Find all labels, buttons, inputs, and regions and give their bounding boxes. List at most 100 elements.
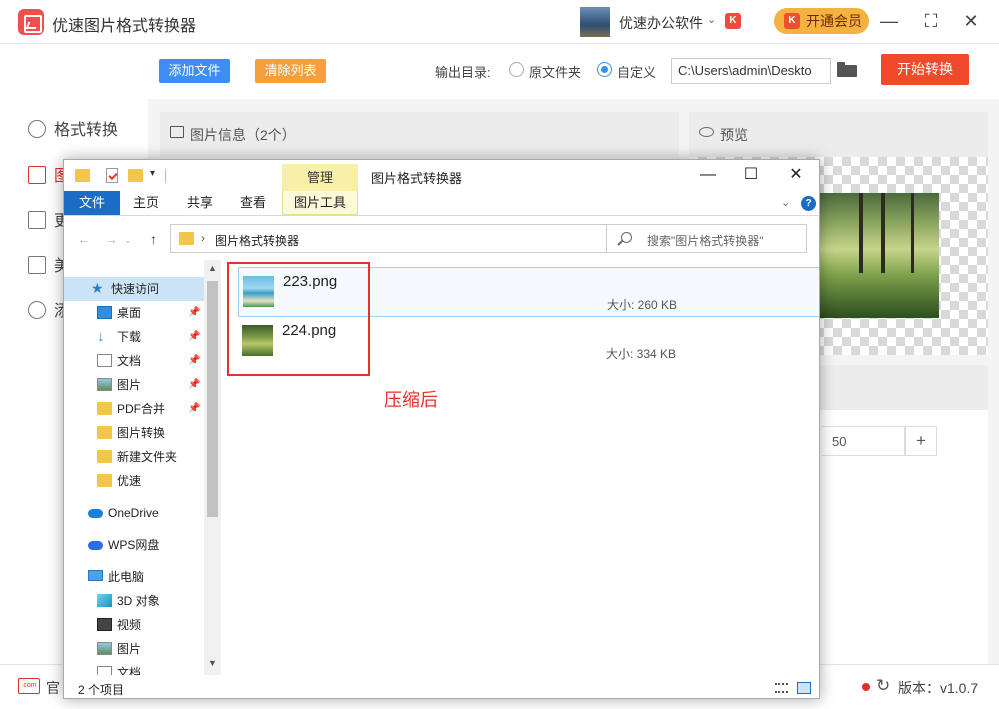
up-arrow-icon[interactable]: ↑	[150, 231, 157, 247]
nav-item-label: OneDrive	[108, 506, 159, 520]
wps-icon	[88, 541, 103, 550]
address-box[interactable]: › 图片格式转换器 ⌄ ↻	[170, 224, 650, 253]
nav-item[interactable]: WPS网盘	[64, 533, 204, 557]
nav-item[interactable]: 图片转换	[64, 421, 204, 445]
nav-item[interactable]: 优速	[64, 469, 204, 493]
nav-item[interactable]: 图片	[64, 637, 204, 661]
item-count: 2 个项目	[78, 683, 125, 697]
minimize-button[interactable]: —	[877, 9, 901, 33]
chevron-down-icon[interactable]: ▾	[150, 168, 155, 179]
radio-custom-label[interactable]: 自定义	[617, 62, 656, 81]
pin-icon[interactable]: 📌	[188, 325, 200, 349]
chevron-down-icon[interactable]: ⌄	[781, 196, 790, 209]
settings-header	[819, 365, 988, 410]
ribbon-tabs: 文件 主页 共享 查看 图片工具	[64, 191, 819, 216]
nav-item[interactable]: 3D 对象	[64, 589, 204, 613]
annotation-label: 压缩后	[384, 390, 438, 410]
version-label: 版本：v1.0.7	[898, 680, 979, 696]
nav-item[interactable]: ↓ 下载 📌	[64, 325, 204, 349]
forward-arrow-icon[interactable]: →	[104, 231, 118, 247]
scrollbar-thumb[interactable]	[207, 281, 218, 517]
refresh-icon[interactable]: ↻	[876, 676, 890, 696]
pin-icon[interactable]: 📌	[188, 349, 200, 373]
tab-home[interactable]: 主页	[126, 191, 166, 215]
watermark-icon	[28, 301, 46, 319]
brand-name[interactable]: 优速办公软件	[619, 13, 703, 33]
tab-manage[interactable]: 管理	[282, 164, 358, 191]
close-button[interactable]: ✕	[782, 164, 810, 186]
scroll-down-icon[interactable]: ▼	[208, 658, 217, 668]
back-arrow-icon[interactable]: ←	[77, 231, 91, 247]
website-icon[interactable]: .com	[18, 678, 40, 694]
sidebar-item-format-convert[interactable]: 格式转换	[28, 116, 118, 140]
nav-item[interactable]: PDF合并 📌	[64, 397, 204, 421]
folder-icon[interactable]	[837, 62, 857, 77]
cloud-icon	[88, 509, 103, 518]
vip-icon: K	[784, 13, 800, 29]
nav-item-label: 图片转换	[117, 426, 166, 440]
new-folder-icon[interactable]	[128, 169, 143, 182]
scroll-up-icon[interactable]: ▲	[208, 263, 217, 273]
nav-item[interactable]: OneDrive	[64, 501, 204, 525]
folder-icon	[97, 402, 112, 415]
toolbar: 添加文件 清除列表 输出目录: 原文件夹 自定义 C:\Users\admin\…	[148, 44, 999, 99]
nav-item-label: 新建文件夹	[117, 450, 178, 464]
tree-trunk	[859, 193, 863, 273]
radio-custom[interactable]	[597, 62, 612, 77]
explorer-titlebar: ▾ 管理 图片格式转换器 — ☐ ✕	[64, 160, 819, 191]
vip-button[interactable]: K 开通会员	[774, 8, 869, 34]
nav-item[interactable]: 视频	[64, 613, 204, 637]
folder-icon	[97, 450, 112, 463]
app-title: 优速图片格式转换器	[52, 18, 197, 35]
website-link[interactable]: 官	[46, 678, 60, 698]
nav-item[interactable]: ★ 快速访问	[64, 277, 204, 301]
pin-icon[interactable]: 📌	[188, 397, 200, 421]
maximize-button[interactable]: ☐	[737, 164, 765, 186]
maximize-button[interactable]: ⛶	[919, 9, 943, 33]
nav-item[interactable]: 此电脑	[64, 565, 204, 589]
pin-icon[interactable]: 📌	[188, 301, 200, 325]
quality-plus-button[interactable]: +	[905, 426, 937, 456]
breadcrumb-separator-icon[interactable]: ›	[201, 231, 205, 245]
recent-chevron-icon[interactable]: ⌄	[124, 235, 132, 246]
nav-item[interactable]: 图片 📌	[64, 373, 204, 397]
large-icons-view-icon[interactable]	[797, 682, 811, 694]
nav-item-label: 图片	[117, 642, 142, 656]
add-file-button[interactable]: 添加文件	[159, 59, 230, 83]
tab-picture-tools[interactable]: 图片工具	[282, 191, 358, 215]
help-icon[interactable]: ?	[801, 196, 816, 211]
radio-original-folder-label[interactable]: 原文件夹	[529, 62, 581, 81]
pin-icon[interactable]: 📌	[188, 373, 200, 397]
nav-item-label: WPS网盘	[108, 538, 160, 552]
nav-item-label: 优速	[117, 474, 142, 488]
chevron-down-icon[interactable]: ⌄	[707, 13, 716, 26]
breadcrumb[interactable]: 图片格式转换器	[215, 232, 299, 249]
search-input[interactable]: 搜索"图片格式转换器"	[606, 224, 807, 253]
minimize-button[interactable]: —	[694, 164, 722, 186]
details-view-icon[interactable]	[775, 683, 788, 693]
nav-item[interactable]: 新建文件夹	[64, 445, 204, 469]
clear-list-button[interactable]: 清除列表	[255, 59, 326, 83]
update-dot-icon	[862, 683, 870, 691]
nav-scrollbar[interactable]: ▲ ▼	[204, 260, 221, 675]
nav-item[interactable]: 文档 📌	[64, 349, 204, 373]
properties-icon[interactable]	[106, 168, 118, 183]
nav-item-label: PDF合并	[117, 402, 166, 416]
dl-icon: ↓	[97, 328, 105, 345]
tab-file[interactable]: 文件	[64, 191, 120, 215]
start-convert-button[interactable]: 开始转换	[881, 54, 969, 85]
beautify-icon	[28, 256, 46, 274]
nav-item-label: 下载	[117, 330, 142, 344]
folder-icon	[97, 474, 112, 487]
tree-trunk	[881, 193, 885, 273]
brand-avatar[interactable]	[580, 7, 610, 37]
radio-original-folder[interactable]	[509, 62, 524, 77]
explorer-statusbar: 2 个项目	[64, 675, 819, 698]
quality-input[interactable]: 50	[822, 426, 905, 456]
tab-view[interactable]: 查看	[233, 191, 273, 215]
output-path-input[interactable]: C:\Users\admin\Deskto	[671, 58, 831, 84]
nav-item[interactable]: 桌面 📌	[64, 301, 204, 325]
app-logo-icon	[18, 9, 44, 35]
close-button[interactable]: ✕	[959, 9, 983, 33]
tab-share[interactable]: 共享	[180, 191, 220, 215]
